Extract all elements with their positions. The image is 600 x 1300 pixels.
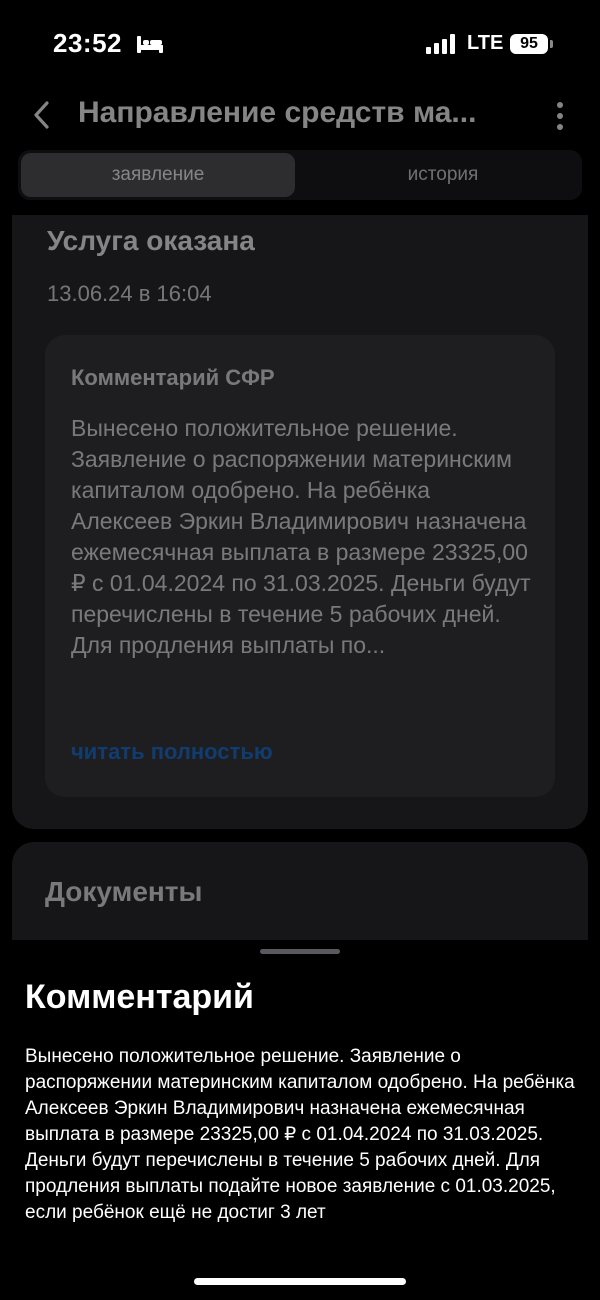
- comment-box: Комментарий СФР Вынесено положительное р…: [45, 335, 555, 797]
- tab-application[interactable]: заявление: [21, 153, 295, 197]
- comment-sheet: Комментарий Вынесено положительное решен…: [0, 940, 600, 1300]
- status-card: Услуга оказана 13.06.24 в 16:04 Коммента…: [12, 215, 588, 829]
- sheet-grabber[interactable]: [260, 949, 340, 954]
- status-date: 13.06.24 в 16:04: [47, 281, 212, 306]
- nav-header: Направление средств ма...: [0, 90, 600, 140]
- comment-heading: Комментарий СФР: [71, 365, 275, 390]
- chevron-left-icon[interactable]: [28, 98, 56, 132]
- status-title: Услуга оказана: [47, 225, 255, 256]
- home-indicator[interactable]: [194, 1278, 406, 1285]
- sheet-title: Комментарий: [25, 978, 254, 1016]
- page-title: Направление средств ма...: [78, 96, 477, 129]
- documents-title: Документы: [45, 876, 203, 907]
- read-more-link[interactable]: читать полностью: [71, 739, 273, 765]
- segmented-control: заявление история: [18, 150, 582, 200]
- comment-preview: Вынесено положительное решение. Заявлени…: [71, 415, 531, 658]
- tab-history[interactable]: история: [306, 153, 580, 197]
- screen: 23:52 LTE 95 Направление средств ма... з…: [0, 0, 600, 1300]
- more-vertical-icon[interactable]: [550, 100, 570, 132]
- sheet-body: Вынесено положительное решение. Заявлени…: [25, 1046, 575, 1223]
